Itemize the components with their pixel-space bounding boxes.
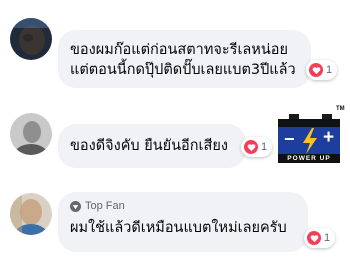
avatar[interactable] bbox=[10, 18, 52, 60]
avatar[interactable] bbox=[10, 113, 52, 155]
heart-icon bbox=[307, 231, 321, 245]
plus-sign: + bbox=[323, 127, 335, 148]
reaction-count: 1 bbox=[261, 141, 268, 153]
top-fan-badge: Top Fan bbox=[70, 200, 296, 212]
heart-icon bbox=[244, 140, 258, 154]
reaction-badge[interactable]: 1 bbox=[306, 60, 338, 80]
reaction-badge[interactable]: 1 bbox=[304, 228, 336, 248]
top-fan-icon bbox=[70, 200, 81, 212]
avatar[interactable] bbox=[10, 193, 52, 235]
comment-bubble: ของดีจิงคับ ยืนยันอีกเสียง bbox=[58, 124, 246, 168]
reaction-count: 1 bbox=[326, 64, 333, 76]
reaction-count: 1 bbox=[324, 232, 331, 244]
minus-sign: − bbox=[284, 129, 295, 149]
reaction-badge[interactable]: 1 bbox=[241, 137, 273, 157]
comment-text: ของดีจิงคับ ยืนยันอีกเสียง bbox=[70, 138, 228, 154]
comment-bubble: ของผมก๊อแต่ก่อนสตาทจะรีเลหน่อย แต่ตอนนี้… bbox=[58, 30, 311, 88]
comment-text: ผมใช้แล้วดีเหมือนแบตใหม่เลยครับ bbox=[70, 220, 287, 236]
comment-bubble: Top Fan ผมใช้แล้วดีเหมือนแบตใหม่เลยครับ bbox=[58, 192, 308, 252]
logo-text: POWER UP bbox=[287, 155, 331, 162]
attached-image[interactable]: TM − + POWER UP bbox=[276, 106, 346, 166]
trademark: TM bbox=[336, 106, 345, 112]
heart-icon bbox=[309, 63, 323, 77]
comment-text: ของผมก๊อแต่ก่อนสตาทจะรีเลหน่อย แต่ตอนนี้… bbox=[70, 42, 296, 78]
top-fan-label: Top Fan bbox=[85, 200, 125, 212]
